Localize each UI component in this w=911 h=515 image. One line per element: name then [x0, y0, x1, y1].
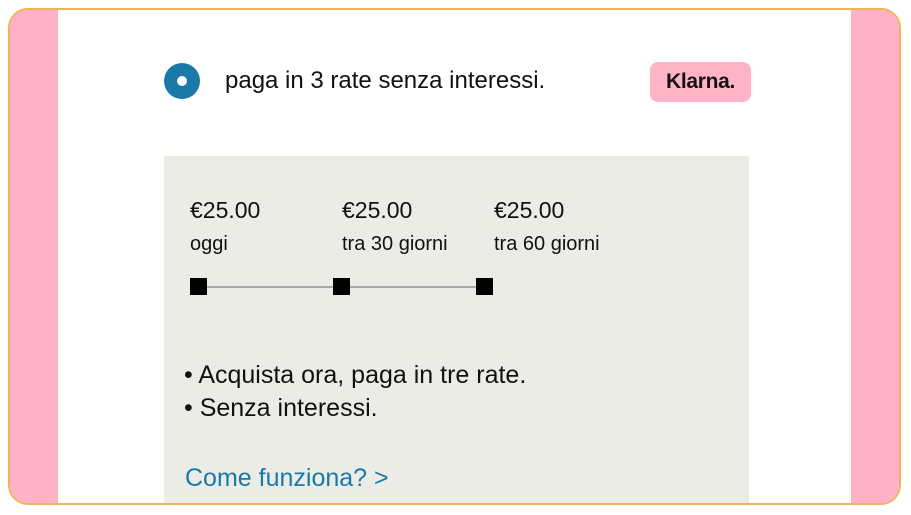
right-pink-border: [851, 10, 899, 503]
installment-amount: €25.00: [494, 197, 565, 223]
klarna-logo: Klarna.: [650, 62, 751, 102]
square-marker-icon: [190, 278, 207, 295]
benefit-item: • Acquista ora, paga in tre rate.: [184, 361, 527, 389]
square-marker-icon: [333, 278, 350, 295]
installment-3: €25.00 tra 60 giorni: [494, 196, 600, 256]
installment-details-panel: €25.00 oggi €25.00 tra 30 giorni €25.00 …: [164, 156, 749, 503]
installment-2: €25.00 tra 30 giorni: [342, 196, 448, 256]
payment-option-row[interactable]: paga in 3 rate senza interessi. Klarna.: [164, 62, 751, 106]
how-it-works-link[interactable]: Come funziona? >: [185, 463, 389, 493]
installment-date: tra 30 giorni: [342, 233, 448, 255]
installment-amount: €25.00: [190, 197, 261, 223]
payment-option-label: paga in 3 rate senza interessi.: [225, 67, 546, 94]
benefit-item: • Senza interessi.: [184, 394, 378, 422]
benefits-list: • Acquista ora, paga in tre rate. • Senz…: [184, 359, 526, 425]
radio-dot: [177, 76, 187, 86]
installment-timeline: [190, 278, 494, 296]
radio-selected-icon[interactable]: [164, 63, 200, 99]
installment-date: tra 60 giorni: [494, 233, 600, 255]
installment-date: oggi: [190, 233, 228, 255]
installment-amount: €25.00: [342, 197, 413, 223]
square-marker-icon: [476, 278, 493, 295]
klarna-payment-widget: paga in 3 rate senza interessi. Klarna. …: [8, 8, 901, 505]
left-pink-border: [10, 10, 58, 503]
installment-1: €25.00 oggi: [190, 196, 260, 256]
